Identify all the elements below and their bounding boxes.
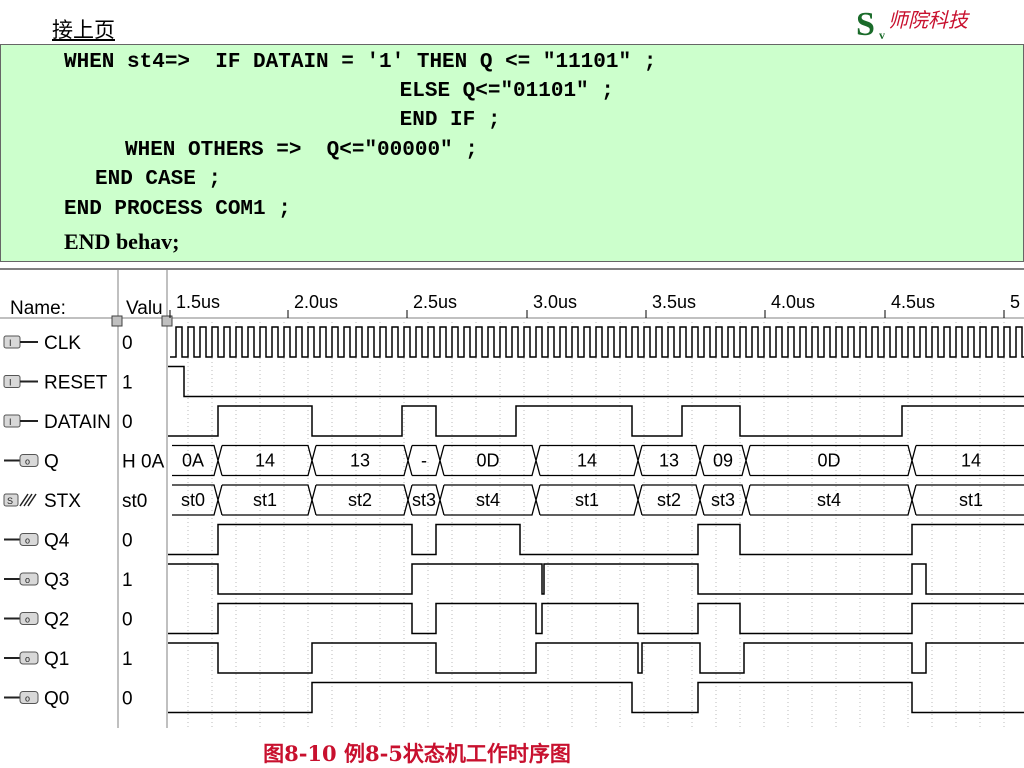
signal-value: 0 [122,689,133,710]
svg-text:o: o [25,457,30,467]
signal-row-stx[interactable]: S STX st0 st0 st1 st2 st3 st4 st1 st2 st3 st4 st1 [0,484,1024,520]
input-pin-icon: I [3,414,38,428]
signal-value: 0 [122,610,133,631]
signal-row-q3[interactable]: o Q3 1 [0,563,1024,599]
signal-name: Q2 [44,610,69,631]
signal-name: Q0 [44,689,69,710]
q-bus-value: 13 [659,451,679,471]
continue-from-previous-label: 接上页 [52,18,115,42]
signal-value: 1 [122,570,133,591]
bus-output-icon: o [4,454,39,467]
output-pin-icon: o [4,572,39,586]
q-bus-value: 13 [350,451,370,471]
waveform-canvas: Name: Valu 1.5us 2.0us 2.5us 3.0us 3.5us 4.0u… [0,270,1024,728]
svg-text:o: o [25,654,30,664]
logo-letter: S [856,6,875,43]
svg-text:o: o [25,575,30,585]
stx-bus-value: st3 [412,490,436,510]
signal-name: STX [44,491,81,512]
signal-name: Q1 [44,649,69,670]
code-line-3: END IF ; [198,109,501,132]
stx-bus-value: st0 [181,490,205,510]
q-bus-value: 09 [713,451,733,471]
signal-row-q2[interactable]: o Q2 0 [0,602,1024,639]
code-line-6: END PROCESS COM1 ; [64,198,291,221]
value-column-header: Valu [126,298,163,319]
waveform-simulator-panel: Name: Valu 1.5us 2.0us 2.5us 3.0us 3.5us 4.0u… [0,268,1024,728]
signal-row-q0[interactable]: o Q0 0 [0,681,1024,718]
q-bus-value: 14 [577,451,597,471]
signal-value: 0 [122,412,133,433]
name-column-splitter-handle[interactable] [111,315,123,327]
signal-value: 1 [122,649,133,670]
logo-text: 师院科技 [888,8,968,32]
svg-text:I: I [9,378,12,388]
signal-name: Q3 [44,570,69,591]
time-tick-label: 2.0us [294,292,338,312]
stx-bus-value: st2 [348,490,372,510]
svg-text:o: o [25,536,30,546]
q-bus-value: 14 [961,451,981,471]
signal-row-clk[interactable]: I CLK 0 [0,326,1024,362]
stx-bus-value: st4 [817,490,841,510]
signal-name: Q [44,452,59,473]
code-line-2: ELSE Q<="01101" ; [198,80,614,103]
time-tick-label: 4.0us [771,292,815,312]
input-pin-icon: I [3,335,38,349]
signal-row-q1[interactable]: o Q1 1 [0,642,1024,678]
output-pin-icon: o [4,612,39,625]
code-line-4: WHEN OTHERS => Q<="00000" ; [125,139,478,162]
signal-name: RESET [44,373,108,394]
svg-text:I: I [9,338,12,348]
signal-value: 1 [122,373,133,394]
signal-name: DATAIN [44,412,111,433]
signal-row-q[interactable]: o Q H 0A 0A 14 13 - 0D 14 13 09 0D 14 [0,444,1024,481]
stx-bus-value: st1 [253,490,277,510]
stx-bus-value: st1 [959,490,983,510]
svg-text:o: o [25,694,30,704]
time-tick-label: 3.5us [652,292,696,312]
code-line-5: END CASE ; [95,168,222,191]
time-tick-label: 3.0us [533,292,577,312]
svg-text:I: I [9,417,12,427]
digital-waveform [170,326,1024,358]
signal-value: st0 [122,491,147,512]
time-tick-label: 4.5us [891,292,935,312]
code-line-7: END behav; [64,229,180,254]
signal-row-q4[interactable]: o Q4 0 [0,523,1024,560]
signal-row-datain[interactable]: I DATAIN 0 [0,405,1024,441]
signal-value: 0 [122,333,133,354]
signal-row-reset[interactable]: I RESET 1 [0,365,1024,402]
signal-rows: I CLK 0 I RESET 1 I DATAIN 0 o Q H 0A 0A 14 13 - 0D 14 13 0… [0,326,1024,718]
q-bus-value: - [421,451,427,471]
signal-name: CLK [44,333,81,354]
signal-value: H 0A [122,452,165,473]
output-pin-icon: o [4,651,39,665]
stx-bus-value: st3 [711,490,735,510]
q-bus-value: 0D [817,451,840,471]
logo-sub-letter: v [879,28,885,42]
q-bus-value: 0A [182,451,204,471]
time-tick-label: 2.5us [413,292,457,312]
name-column-header: Name: [10,298,66,319]
code-line-1: WHEN st4=> IF DATAIN = '1' THEN Q <= "11… [64,51,657,74]
stx-bus-value: st1 [575,490,599,510]
svg-text:S: S [7,496,13,506]
output-pin-icon: o [4,691,39,704]
signal-value: 0 [122,531,133,552]
stx-bus-value: st2 [657,490,681,510]
q-bus-value: 0D [476,451,499,471]
output-pin-icon: o [4,533,39,546]
figure-caption: 图8-10 例8-5状态机工作时序图 [263,741,571,766]
time-tick-label: 5 [1010,292,1020,312]
school-logo: S v 师院科技 [848,0,1024,44]
input-pin-icon: I [3,375,38,388]
q-bus-value: 14 [255,451,275,471]
vhdl-code-block: WHEN st4=> IF DATAIN = '1' THEN Q <= "11… [0,44,1024,262]
stx-bus-value: st4 [476,490,500,510]
time-tick-label: 1.5us [176,292,220,312]
svg-text:o: o [25,615,30,625]
state-machine-icon: S [3,493,37,507]
signal-name: Q4 [44,531,70,552]
